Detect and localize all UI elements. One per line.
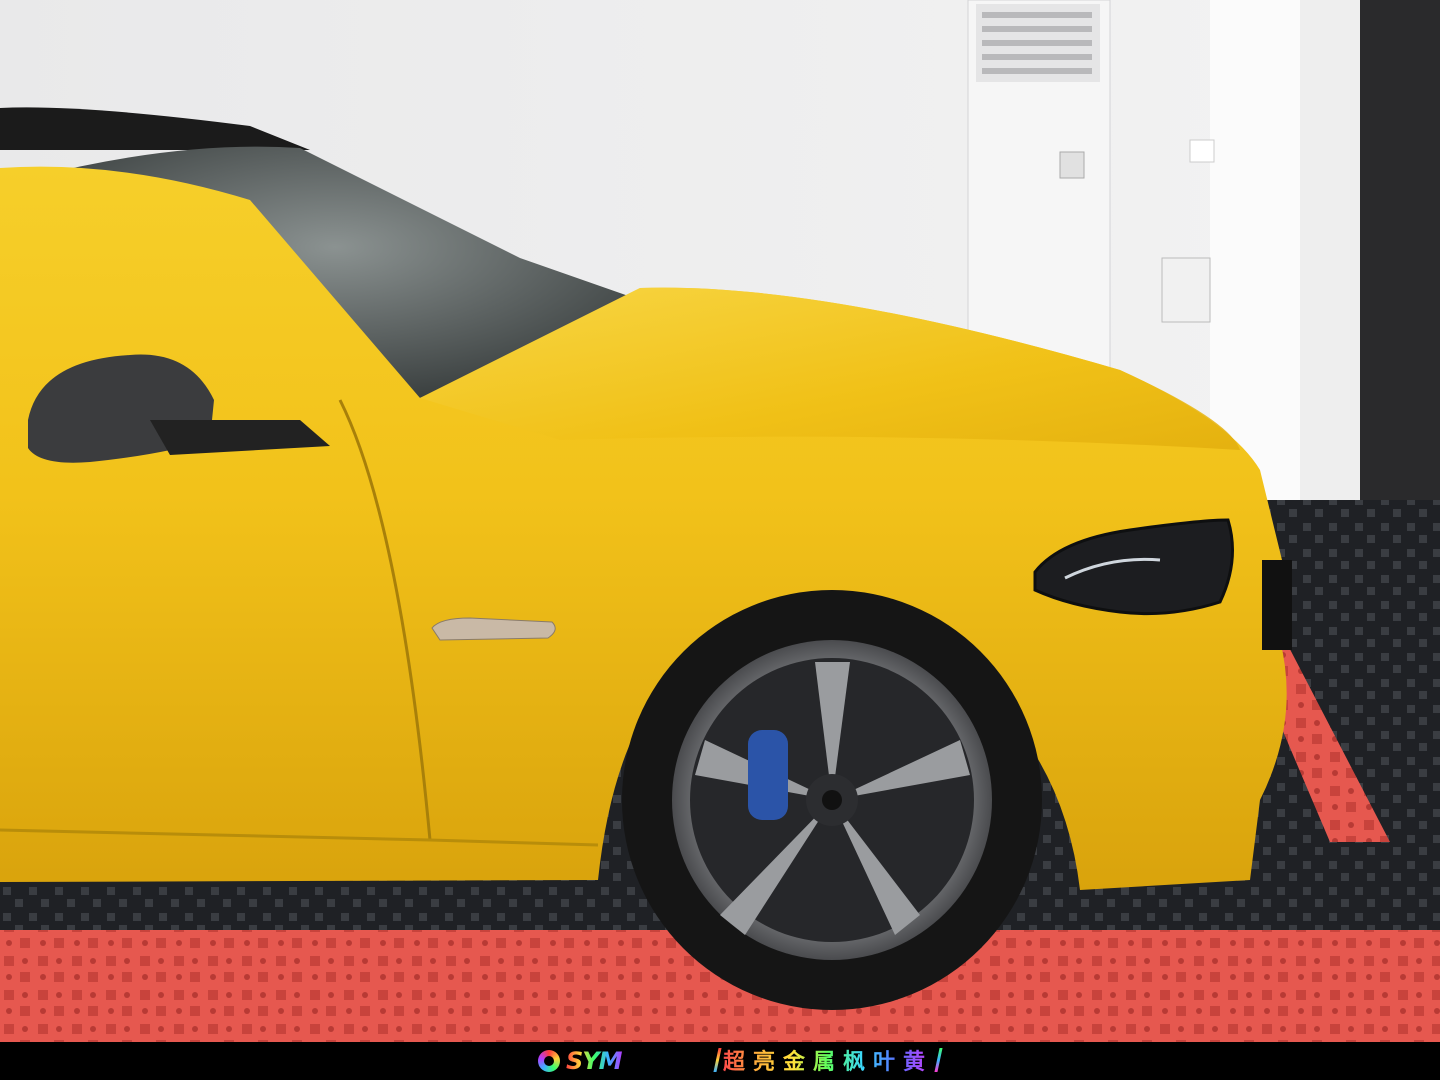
car-photo — [0, 0, 1440, 1042]
brand-logo: SYM — [538, 1047, 623, 1075]
brand-logo-text: SYM — [566, 1047, 623, 1075]
brand-logo-icon — [538, 1050, 560, 1072]
photo-canvas — [0, 0, 1440, 1042]
front-wheel — [622, 590, 1042, 1010]
front-grille — [1262, 560, 1292, 650]
caption-text: 超亮金属枫叶黄 — [723, 1044, 933, 1076]
product-caption: 超亮金属枫叶黄 — [713, 1044, 943, 1076]
